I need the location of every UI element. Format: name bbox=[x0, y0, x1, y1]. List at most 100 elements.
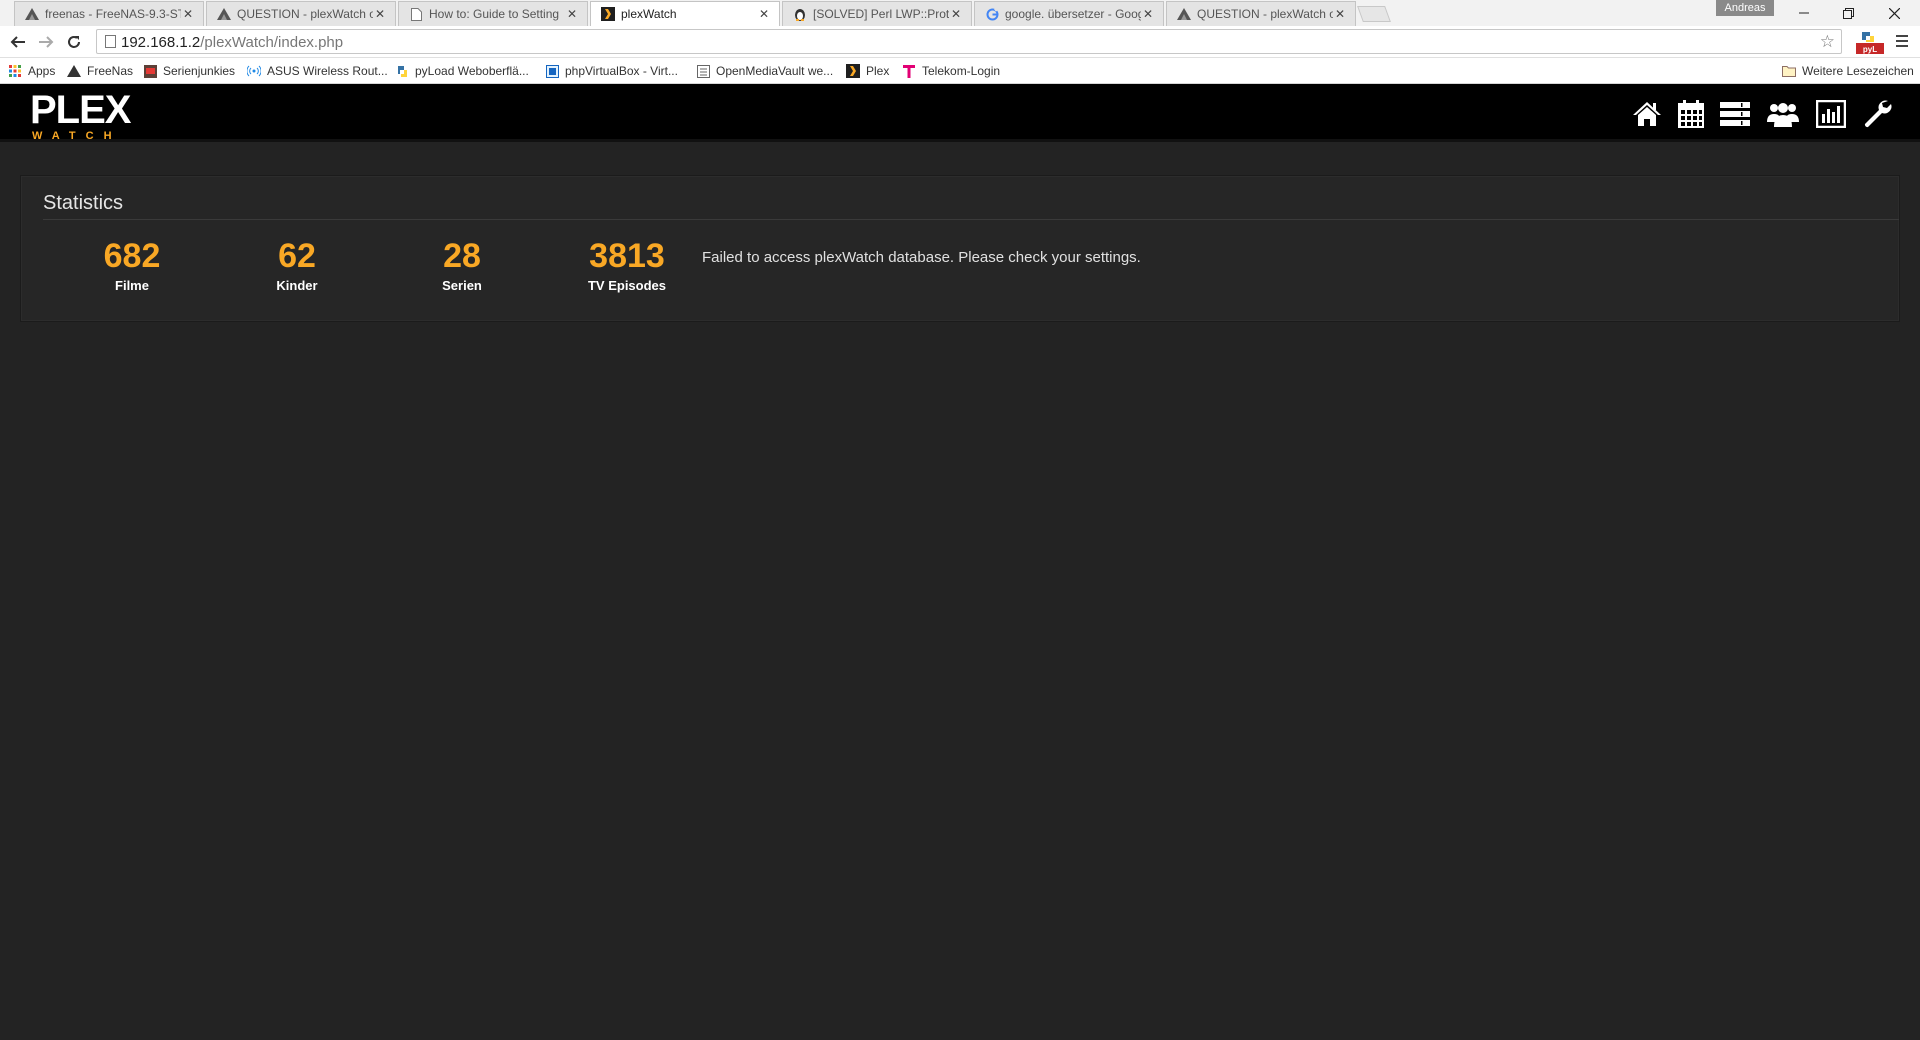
logo-subtext: WATCH bbox=[32, 130, 122, 142]
bookmarks-bar: Apps FreeNas Serienjunkies ASUS Wireless… bbox=[0, 58, 1920, 84]
freenas-icon bbox=[67, 64, 81, 78]
plex-icon bbox=[846, 64, 860, 78]
close-icon[interactable]: ✕ bbox=[373, 7, 387, 21]
bookmark-label: OpenMediaVault we... bbox=[716, 64, 834, 78]
close-icon[interactable]: ✕ bbox=[565, 7, 579, 21]
chrome-menu-icon[interactable] bbox=[1893, 32, 1911, 50]
stat-value: 62 bbox=[278, 237, 316, 275]
bookmark-apps[interactable]: Apps bbox=[8, 62, 55, 80]
statistics-panel: Statistics 682 Filme 62 Kinder 28 Serien… bbox=[20, 175, 1900, 322]
freenas-icon bbox=[1177, 7, 1191, 21]
bookmark-label: Plex bbox=[866, 64, 890, 78]
stat-item-serien: 28 Serien bbox=[392, 236, 532, 294]
browser-tab[interactable]: QUESTION - plexWatch on ✕ bbox=[206, 1, 396, 26]
calendar-icon[interactable] bbox=[1674, 98, 1708, 130]
close-icon[interactable]: ✕ bbox=[1141, 7, 1155, 21]
tab-title: plexWatch bbox=[621, 7, 677, 21]
page-icon bbox=[409, 7, 423, 21]
page-icon bbox=[105, 35, 116, 48]
plex-icon bbox=[601, 7, 615, 21]
app-header: PLEX WATCH bbox=[0, 84, 1920, 142]
bookmark-pyload[interactable]: pyLoad Weboberflä... bbox=[395, 62, 529, 80]
bookmark-asus-router[interactable]: ASUS Wireless Rout... bbox=[247, 62, 388, 80]
bookmark-telekom[interactable]: Telekom-Login bbox=[902, 62, 1000, 80]
telekom-icon bbox=[902, 64, 916, 78]
folder-icon bbox=[1782, 64, 1796, 78]
stat-item-tv-episodes: 3813 TV Episodes bbox=[557, 236, 697, 294]
back-icon[interactable] bbox=[6, 30, 30, 54]
linux-icon bbox=[793, 7, 807, 21]
freenas-icon bbox=[25, 7, 39, 21]
browser-tab[interactable]: [SOLVED] Perl LWP::Protoc ✕ bbox=[782, 1, 972, 26]
divider bbox=[43, 219, 1899, 220]
address-bar[interactable]: 192.168.1.2/plexWatch/index.php ☆ bbox=[96, 29, 1842, 54]
browser-tab-active[interactable]: plexWatch ✕ bbox=[590, 1, 780, 26]
panel-title: Statistics bbox=[43, 192, 124, 214]
tab-title: [SOLVED] Perl LWP::Protoc bbox=[813, 7, 949, 21]
bookmark-label: FreeNas bbox=[87, 64, 134, 78]
bookmark-star-icon[interactable]: ☆ bbox=[1820, 32, 1835, 52]
bookmark-label: Serienjunkies bbox=[163, 64, 236, 78]
bookmark-freenas[interactable]: FreeNas bbox=[67, 62, 133, 80]
svg-text:pyL: pyL bbox=[1863, 45, 1877, 54]
browser-tab[interactable]: google. übersetzer - Goog ✕ bbox=[974, 1, 1164, 26]
reload-icon[interactable] bbox=[62, 30, 86, 54]
bookmark-serienjunkies[interactable]: Serienjunkies bbox=[143, 62, 235, 80]
browser-tab-strip: freenas - FreeNAS-9.3-STA ✕ QUESTION - p… bbox=[0, 0, 1920, 26]
stat-item-filme: 682 Filme bbox=[62, 236, 202, 294]
forward-icon[interactable] bbox=[34, 30, 58, 54]
new-tab-button[interactable] bbox=[1357, 6, 1391, 22]
stat-label: TV Episodes bbox=[587, 278, 667, 293]
omv-icon bbox=[696, 64, 710, 78]
virtualbox-icon bbox=[545, 64, 559, 78]
bookmark-label: Apps bbox=[28, 64, 56, 78]
tab-title: QUESTION - plexWatch on bbox=[237, 7, 373, 21]
url-text: 192.168.1.2/plexWatch/index.php bbox=[121, 34, 344, 51]
pyload-extension-icon[interactable]: pyL bbox=[1856, 30, 1884, 54]
bookmark-label: phpVirtualBox - Virt... bbox=[565, 64, 678, 78]
restore-icon[interactable] bbox=[1826, 0, 1870, 26]
apps-grid-icon bbox=[8, 64, 22, 78]
browser-toolbar: 192.168.1.2/plexWatch/index.php ☆ pyL bbox=[0, 26, 1920, 58]
other-bookmarks-folder[interactable]: Weitere Lesezeichen bbox=[1782, 62, 1914, 80]
stat-item-kinder: 62 Kinder bbox=[227, 236, 367, 294]
browser-tab[interactable]: QUESTION - plexWatch on ✕ bbox=[1166, 1, 1356, 26]
settings-icon[interactable] bbox=[1860, 98, 1894, 130]
minimize-icon[interactable] bbox=[1782, 0, 1826, 26]
stat-value: 28 bbox=[443, 237, 481, 275]
browser-tab[interactable]: freenas - FreeNAS-9.3-STA ✕ bbox=[14, 1, 204, 26]
history-icon[interactable] bbox=[1718, 98, 1752, 130]
stat-value: 682 bbox=[103, 237, 161, 275]
bookmark-openmediavault[interactable]: OpenMediaVault we... bbox=[696, 62, 833, 80]
close-icon[interactable]: ✕ bbox=[1333, 7, 1347, 21]
bookmark-phpvirtualbox[interactable]: phpVirtualBox - Virt... bbox=[545, 62, 678, 80]
stat-label: Filme bbox=[115, 278, 149, 293]
users-icon[interactable] bbox=[1766, 98, 1800, 130]
bookmark-label: ASUS Wireless Rout... bbox=[267, 64, 388, 78]
close-icon[interactable]: ✕ bbox=[949, 7, 963, 21]
close-icon[interactable]: ✕ bbox=[181, 7, 195, 21]
profile-button[interactable]: Andreas bbox=[1716, 0, 1774, 16]
python-icon bbox=[395, 64, 409, 78]
tab-title: How to: Guide to Setting bbox=[429, 7, 560, 21]
tab-title: google. übersetzer - Goog bbox=[1005, 7, 1141, 21]
stat-value: 3813 bbox=[589, 237, 665, 275]
browser-tab[interactable]: How to: Guide to Setting ✕ bbox=[398, 1, 588, 26]
other-bookmarks-label: Weitere Lesezeichen bbox=[1802, 64, 1914, 78]
close-icon[interactable]: ✕ bbox=[757, 7, 771, 21]
stat-label: Kinder bbox=[276, 278, 318, 293]
tab-title: freenas - FreeNAS-9.3-STA bbox=[45, 7, 181, 21]
plexwatch-logo[interactable]: PLEX WATCH bbox=[30, 88, 140, 142]
home-icon[interactable] bbox=[1630, 98, 1664, 130]
charts-icon[interactable] bbox=[1814, 98, 1848, 130]
database-error-message: Failed to access plexWatch database. Ple… bbox=[702, 249, 1141, 266]
bookmark-plex[interactable]: Plex bbox=[846, 62, 889, 80]
wireless-icon bbox=[247, 64, 261, 78]
bookmark-label: pyLoad Weboberflä... bbox=[415, 64, 529, 78]
close-window-icon[interactable] bbox=[1872, 0, 1916, 26]
tab-title: QUESTION - plexWatch on bbox=[1197, 7, 1333, 21]
logo-text: PLEX bbox=[30, 88, 131, 132]
bookmark-label: Telekom-Login bbox=[922, 64, 1001, 78]
serienjunkies-icon bbox=[143, 64, 157, 78]
google-icon bbox=[985, 7, 999, 21]
